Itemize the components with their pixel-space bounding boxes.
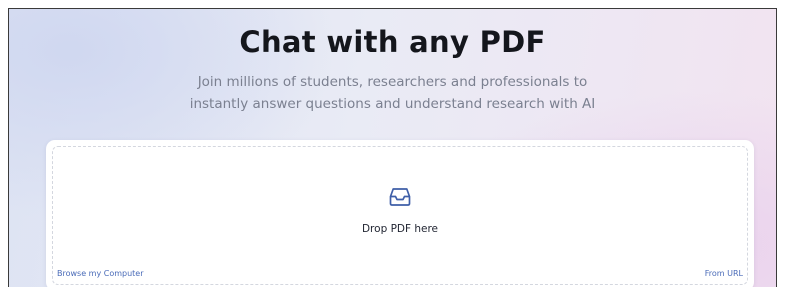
pdf-dropzone[interactable]: Drop PDF here Browse my Computer From UR… [52,146,748,285]
drop-label: Drop PDF here [361,223,439,235]
browse-computer-link[interactable]: Browse my Computer [57,269,144,278]
from-url-link[interactable]: From URL [705,269,743,278]
subtitle-line-1: Join millions of students, researchers a… [197,74,588,90]
subtitle-line-2: instantly answer questions and understan… [189,96,596,112]
page-frame: Chat with any PDF Join millions of stude… [8,8,777,287]
inbox-icon [389,188,411,206]
page-subtitle: Join millions of students, researchers a… [9,71,776,115]
page-title: Chat with any PDF [239,25,546,59]
upload-card: Drop PDF here Browse my Computer From UR… [46,140,754,287]
